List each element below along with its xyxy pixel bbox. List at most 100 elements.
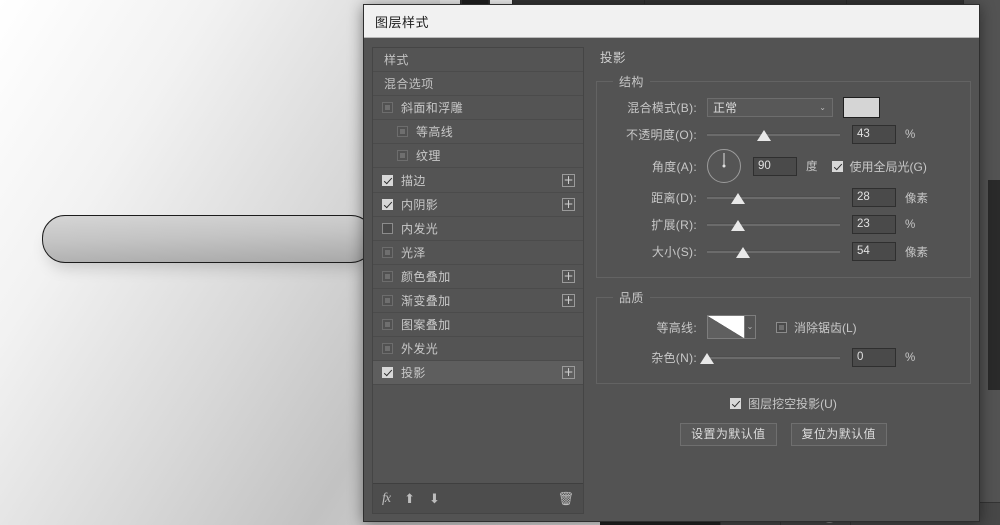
opacity-slider[interactable] — [707, 125, 840, 144]
effect-label-11: 图案叠加 — [401, 318, 451, 333]
effect-row-5[interactable]: 描边 + — [373, 168, 583, 193]
knockout-label: 图层挖空投影(U) — [748, 397, 837, 411]
effect-row-8[interactable]: 光泽 — [373, 241, 583, 265]
effects-list[interactable]: 样式 混合选项 斜面和浮雕 等高线 纹理 描边 + 内阴影 + 内发光 光泽 颜色叠加 + 渐变叠加 + 图案… — [373, 48, 583, 483]
effect-label-7: 内发光 — [401, 221, 439, 236]
angle-unit: 度 — [806, 161, 818, 173]
effect-checkbox-4[interactable] — [397, 150, 408, 162]
effect-row-9[interactable]: 颜色叠加 + — [373, 265, 583, 289]
contour-chevron-down-icon[interactable]: ⌄ — [745, 315, 756, 339]
distance-label: 距离(D): — [651, 191, 697, 205]
dialog-body: 样式 混合选项 斜面和浮雕 等高线 纹理 描边 + 内阴影 + 内发光 光泽 颜色叠加 + 渐变叠加 + 图案… — [364, 38, 979, 522]
spread-label: 扩展(R): — [651, 218, 697, 232]
distance-input[interactable]: 28 — [852, 188, 896, 207]
distance-slider-thumb[interactable] — [730, 193, 745, 204]
effect-row-12[interactable]: 外发光 — [373, 337, 583, 362]
trash-icon[interactable]: 🗑 — [557, 492, 574, 505]
distance-slider[interactable] — [707, 188, 840, 207]
dialog-titlebar[interactable]: 图层样式 — [364, 5, 979, 38]
reset-to-default-button[interactable]: 复位为默认值 — [790, 423, 887, 446]
effect-row-0[interactable]: 样式 — [373, 48, 583, 73]
effect-row-6[interactable]: 内阴影 + — [373, 193, 583, 217]
effect-checkbox-12[interactable] — [382, 343, 393, 355]
add-effect-instance-icon-13[interactable]: + — [562, 366, 575, 380]
opacity-input[interactable]: 43 — [852, 125, 896, 144]
anti-alias-label: 消除锯齿(L) — [794, 320, 857, 335]
add-effect-instance-icon-10[interactable]: + — [562, 293, 575, 307]
effect-label-12: 外发光 — [401, 342, 439, 357]
effects-footer-toolbar[interactable]: fx ⬆ ⬇ 🗑 — [373, 483, 583, 513]
knockout-row: 图层挖空投影(U) — [596, 395, 971, 412]
noise-slider[interactable] — [700, 348, 840, 367]
effects-column: 样式 混合选项 斜面和浮雕 等高线 纹理 描边 + 内阴影 + 内发光 光泽 颜色叠加 + 渐变叠加 + 图案… — [372, 47, 584, 514]
quality-legend: 品质 — [619, 291, 644, 305]
opacity-slider-thumb[interactable] — [757, 130, 772, 141]
settings-panel-title: 投影 — [600, 51, 627, 65]
move-down-icon[interactable]: ⬇ — [429, 492, 440, 505]
layer-style-dialog[interactable]: 图层样式 样式 混合选项 斜面和浮雕 等高线 纹理 描边 + 内阴影 + 内发光 光泽 颜色叠加 + 渐变… — [363, 4, 980, 522]
effect-label-3: 等高线 — [416, 125, 454, 140]
angle-dial[interactable] — [707, 149, 741, 183]
effect-label-13: 投影 — [401, 366, 426, 381]
effect-checkbox-2[interactable] — [382, 102, 393, 114]
blend-mode-label: 混合模式(B): — [627, 101, 697, 115]
distance-row: 距离(D): 28 像素 — [609, 184, 958, 211]
spread-slider[interactable] — [707, 215, 840, 234]
use-global-light-checkbox[interactable] — [831, 160, 843, 172]
effect-checkbox-5[interactable] — [382, 174, 393, 186]
size-slider-thumb[interactable] — [735, 247, 750, 258]
effect-label-9: 颜色叠加 — [401, 269, 451, 284]
add-effect-instance-icon-9[interactable]: + — [562, 269, 575, 283]
noise-input[interactable]: 0 — [852, 348, 896, 367]
effect-checkbox-11[interactable] — [382, 319, 393, 331]
size-slider-track — [707, 250, 840, 253]
angle-row: 角度(A): 90 度 使用全局光(G) — [609, 148, 958, 184]
knockout-checkbox[interactable] — [730, 398, 742, 409]
shadow-color-swatch[interactable] — [843, 97, 880, 118]
spread-slider-thumb[interactable] — [730, 220, 745, 231]
spread-row: 扩展(R): 23 % — [609, 211, 958, 238]
fx-icon[interactable]: fx — [382, 491, 391, 506]
effect-row-1[interactable]: 混合选项 — [373, 72, 583, 97]
angle-input[interactable]: 90 — [753, 156, 797, 176]
effect-checkbox-8[interactable] — [382, 246, 393, 258]
structure-group: 结构 混合模式(B): 正常 ⌄ 不透明度(O): 43 % 角度(A): 90… — [596, 73, 971, 278]
photoshop-screen: 投影 图层样式 样式混合选项斜面和浮雕等高线纹理描边 + 内阴影 + 内发光光泽颜色叠加… — [0, 0, 1000, 525]
effect-row-3[interactable]: 等高线 — [373, 120, 583, 145]
effect-checkbox-10[interactable] — [382, 294, 393, 306]
effect-row-4[interactable]: 纹理 — [373, 144, 583, 169]
size-slider[interactable] — [707, 242, 840, 261]
add-effect-instance-icon-5[interactable]: + — [562, 173, 575, 187]
spread-unit: % — [905, 218, 916, 231]
blend-mode-value: 正常 — [713, 101, 738, 115]
add-effect-instance-icon-6[interactable]: + — [562, 197, 575, 211]
blend-mode-select[interactable]: 正常 ⌄ — [707, 98, 833, 117]
effect-checkbox-6[interactable] — [382, 198, 393, 210]
effect-row-10[interactable]: 渐变叠加 + — [373, 289, 583, 314]
use-global-light-label: 使用全局光(G) — [849, 159, 927, 174]
effect-row-11[interactable]: 图案叠加 — [373, 313, 583, 338]
noise-slider-thumb[interactable] — [700, 353, 714, 364]
effect-checkbox-13[interactable] — [382, 367, 393, 379]
contour-preview-swatch[interactable] — [707, 315, 745, 339]
chevron-down-icon: ⌄ — [819, 103, 826, 112]
set-as-default-button[interactable]: 设置为默认值 — [680, 423, 777, 446]
noise-slider-track — [707, 356, 840, 359]
rounded-rectangle-shape-layer[interactable] — [42, 215, 374, 263]
effect-row-2[interactable]: 斜面和浮雕 — [373, 96, 583, 121]
move-up-icon[interactable]: ⬆ — [404, 492, 415, 505]
noise-row: 杂色(N): 0 % — [609, 344, 958, 371]
effect-checkbox-9[interactable] — [382, 270, 393, 282]
effect-checkbox-7[interactable] — [382, 222, 393, 234]
size-input[interactable]: 54 — [852, 242, 896, 261]
effect-row-7[interactable]: 内发光 — [373, 217, 583, 241]
spread-input[interactable]: 23 — [852, 215, 896, 234]
contour-row: 等高线: ⌄ 消除锯齿(L) — [609, 310, 958, 344]
opacity-row: 不透明度(O): 43 % — [609, 121, 958, 148]
effect-label-5: 描边 — [401, 173, 426, 188]
size-unit: 像素 — [905, 246, 928, 259]
anti-alias-checkbox[interactable] — [776, 321, 787, 333]
effect-row-13[interactable]: 投影 + — [373, 361, 583, 386]
angle-dial-hub — [722, 164, 726, 168]
effect-checkbox-3[interactable] — [397, 126, 408, 138]
